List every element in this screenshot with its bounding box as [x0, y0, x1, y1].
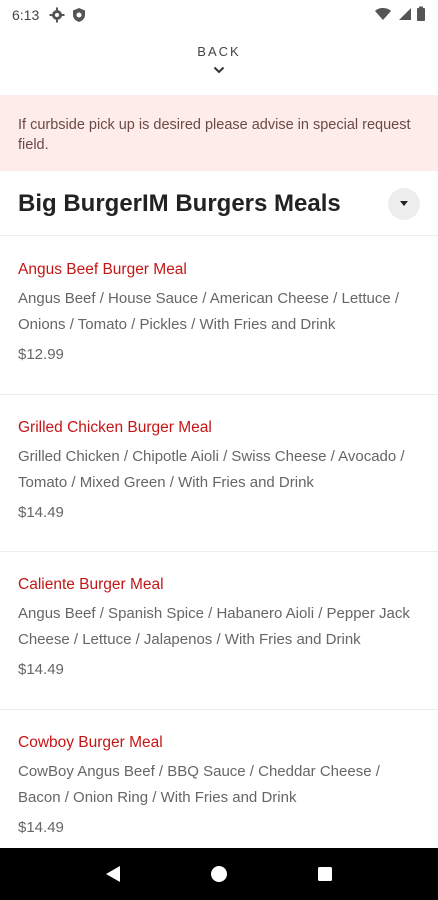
item-price: $14.49 — [18, 818, 64, 836]
item-price: $12.99 — [18, 346, 64, 363]
status-right-icons — [374, 6, 426, 25]
item-description: CowBoy Angus Beef / BBQ Sauce / Cheddar … — [18, 762, 380, 806]
item-name: Caliente Burger Meal — [18, 576, 164, 593]
item-price: $14.49 — [18, 503, 64, 521]
status-time: 6:13 — [12, 7, 40, 23]
battery-icon — [416, 6, 426, 25]
recents-square-icon — [318, 867, 332, 881]
category-title: Big BurgerIM Burgers Meals — [18, 189, 341, 217]
item-description: Grilled Chicken / Chipotle Aioli / Swiss… — [18, 447, 405, 491]
nav-recents-button[interactable] — [305, 854, 345, 894]
notice-text: If curbside pick up is desired please ad… — [18, 117, 411, 153]
menu-item-angus-beef-burger-meal[interactable]: Angus Beef Burger Meal Angus Beef / Hous… — [0, 237, 438, 395]
caret-down-icon — [400, 200, 408, 206]
menu-list: Angus Beef Burger Meal Angus Beef / Hous… — [0, 237, 438, 867]
category-header: Big BurgerIM Burgers Meals — [0, 172, 438, 236]
system-nav-bar — [0, 848, 438, 900]
back-triangle-icon — [106, 866, 120, 882]
menu-item-grilled-chicken-burger-meal[interactable]: Grilled Chicken Burger Meal Grilled Chic… — [0, 395, 438, 552]
back-label: BACK — [197, 44, 241, 59]
item-description: Angus Beef / House Sauce / American Chee… — [18, 290, 400, 333]
menu-item-cowboy-burger-meal[interactable]: Cowboy Burger Meal CowBoy Angus Beef / B… — [0, 710, 438, 867]
home-circle-icon — [211, 866, 227, 882]
item-price: $14.49 — [18, 661, 64, 678]
item-name: Cowboy Burger Meal — [18, 733, 163, 751]
nav-home-button[interactable] — [199, 854, 239, 894]
gear-icon — [49, 7, 65, 23]
curbside-notice: If curbside pick up is desired please ad… — [0, 95, 438, 171]
chevron-down-icon — [213, 61, 225, 79]
item-name: Angus Beef Burger Meal — [18, 261, 187, 278]
shield-icon — [71, 7, 87, 23]
item-description: Angus Beef / Spanish Spice / Habanero Ai… — [18, 605, 410, 648]
nav-back-button[interactable] — [93, 854, 133, 894]
back-button[interactable]: BACK — [0, 44, 438, 79]
wifi-icon — [374, 6, 392, 25]
category-toggle-button[interactable] — [388, 187, 420, 220]
menu-item-caliente-burger-meal[interactable]: Caliente Burger Meal Angus Beef / Spanis… — [0, 552, 438, 710]
signal-icon — [396, 6, 412, 25]
status-bar: 6:13 — [0, 0, 438, 30]
item-name: Grilled Chicken Burger Meal — [18, 418, 212, 436]
